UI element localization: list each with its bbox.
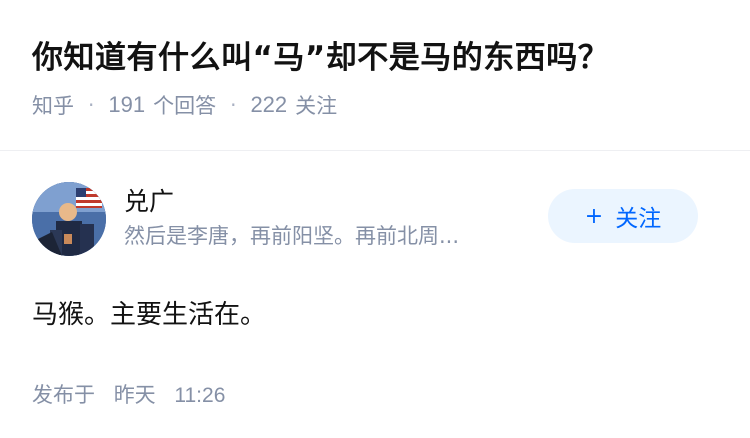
plus-icon: + — [584, 203, 604, 229]
question-header: 你知道有什么叫“马”却不是马的东西吗？ 知乎 · 191 个回答 · 222 关… — [0, 0, 750, 118]
publish-label: 发布于 — [32, 383, 95, 407]
section-divider — [0, 150, 750, 151]
publish-day: 昨天 — [113, 383, 156, 407]
question-title[interactable]: 你知道有什么叫“马”却不是马的东西吗？ — [32, 36, 718, 80]
answer-count-label: 个回答 — [153, 94, 217, 118]
follow-button[interactable]: + 关注 — [548, 189, 698, 243]
author-row: 兑广 然后是李唐，再前阳坚。再前北周... + 关注 — [32, 181, 718, 257]
publish-time: 发布于 昨天 11:26 — [32, 379, 718, 409]
author-name[interactable]: 兑广 — [124, 185, 544, 219]
follower-count-label: 关注 — [295, 94, 338, 118]
answer-card: 兑广 然后是李唐，再前阳坚。再前北周... + 关注 马猴。主要生活在。 发布于… — [0, 181, 750, 409]
follower-count: 222 — [250, 92, 288, 117]
answer-count: 191 — [108, 92, 146, 117]
answer-content[interactable]: 马猴。主要生活在。 — [32, 295, 718, 335]
author-bio: 然后是李唐，再前阳坚。再前北周... — [124, 224, 460, 248]
question-meta: 知乎 · 191 个回答 · 222 关注 — [32, 90, 718, 120]
meta-separator: · — [88, 93, 95, 117]
meta-separator: · — [230, 93, 237, 117]
publish-clock: 11:26 — [174, 384, 226, 407]
source-label[interactable]: 知乎 — [32, 90, 74, 120]
author-info: 兑广 然后是李唐，再前阳坚。再前北周... — [124, 185, 544, 253]
author-avatar[interactable] — [32, 182, 106, 256]
follow-button-label: 关注 — [615, 206, 662, 232]
